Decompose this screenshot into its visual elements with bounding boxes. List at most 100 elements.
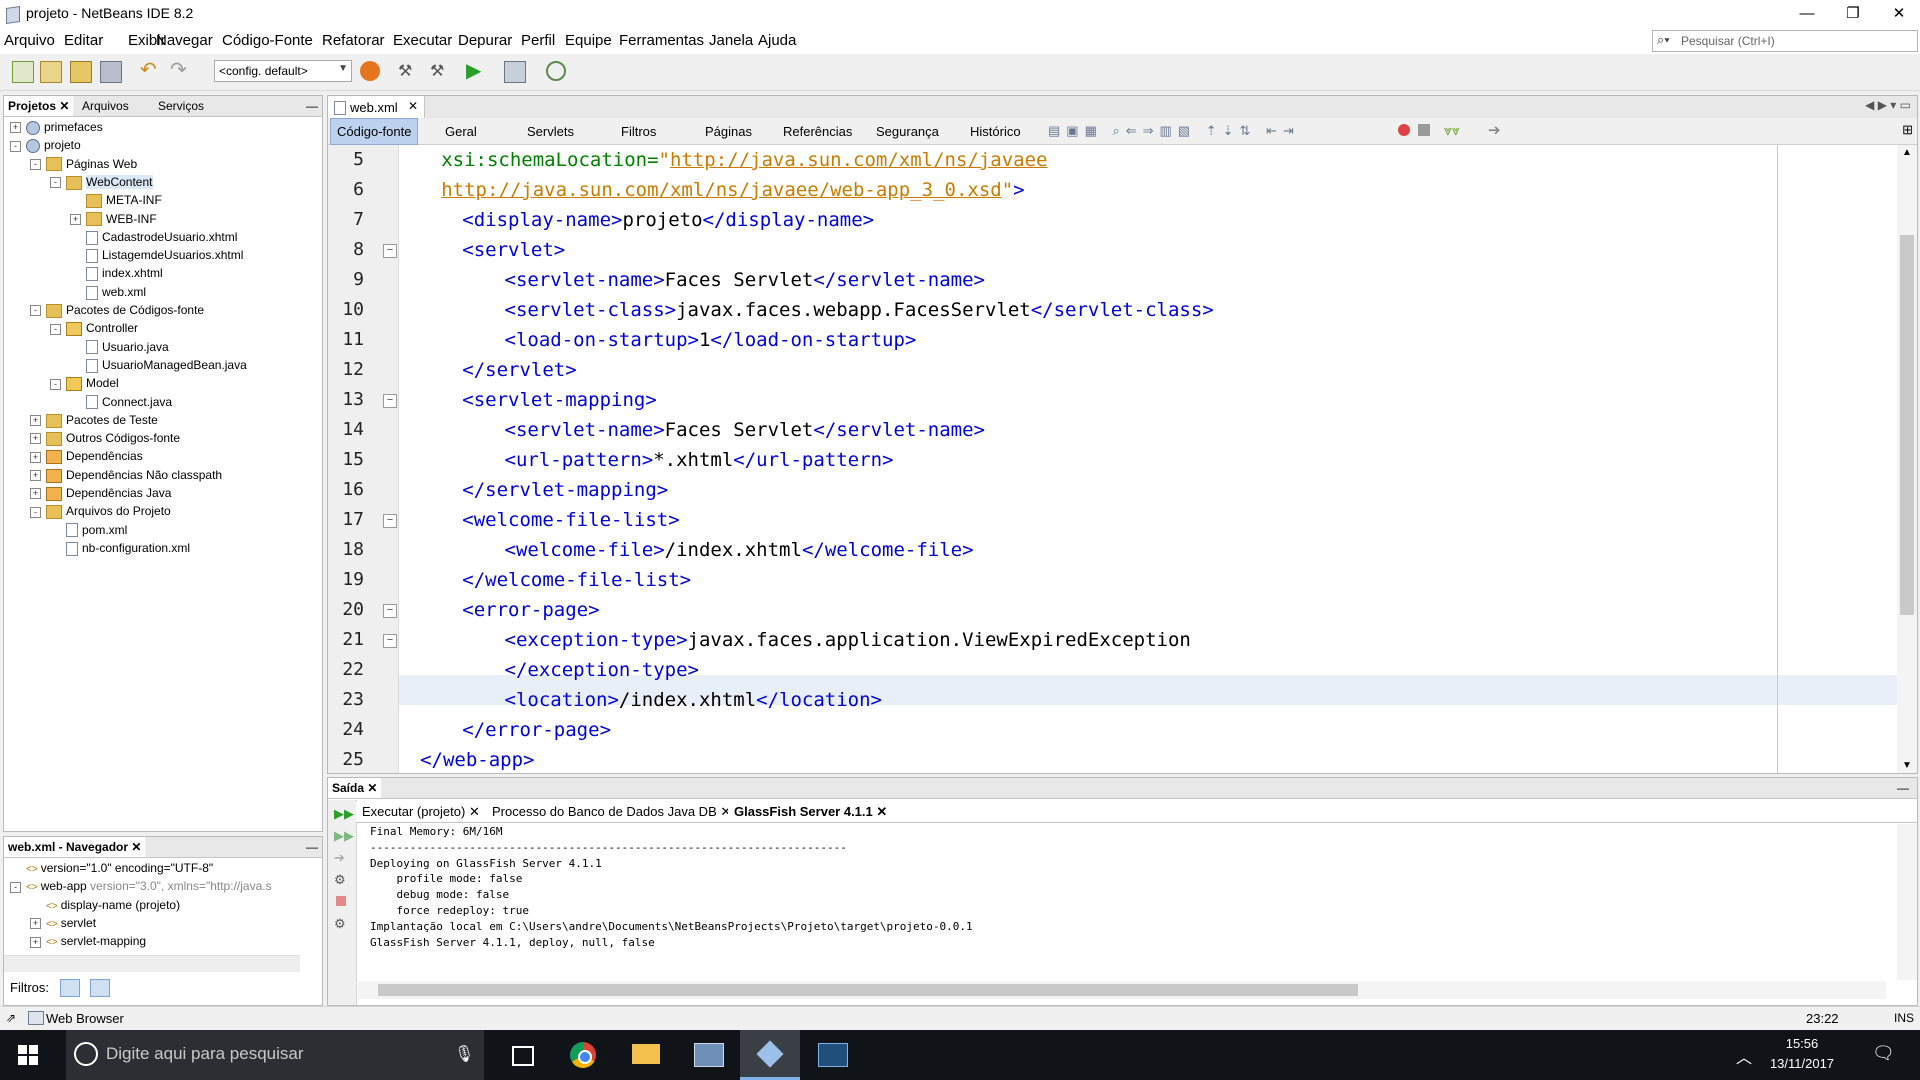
notifications-icon[interactable]: 🗨 bbox=[1872, 1043, 1895, 1064]
close-tab-icon[interactable]: ✕ bbox=[408, 99, 418, 113]
output-text[interactable]: Final Memory: 6M/16M --------------------… bbox=[370, 824, 973, 950]
editor-vscrollbar[interactable]: ▲ ▼ bbox=[1897, 145, 1917, 773]
collapse-icon[interactable]: - bbox=[50, 323, 61, 335]
tab-projetos[interactable]: Projetos ✕ bbox=[4, 96, 74, 116]
fold-collapse-icon[interactable]: − bbox=[383, 634, 397, 648]
netbeans-taskbar-icon[interactable] bbox=[740, 1030, 800, 1080]
collapse-icon[interactable]: - bbox=[30, 506, 41, 518]
collapse-icon[interactable]: - bbox=[50, 177, 61, 189]
configuration-select[interactable]: <config. default> ▼ bbox=[214, 60, 352, 82]
forward-icon[interactable]: ➔ bbox=[334, 850, 345, 866]
collapse-icon[interactable]: - bbox=[10, 140, 21, 152]
subtab-filtros[interactable]: Filtros bbox=[621, 124, 656, 139]
run-icon[interactable]: ▶ bbox=[466, 61, 486, 81]
menu-executar[interactable]: Executar bbox=[393, 32, 452, 49]
fold-collapse-icon[interactable]: − bbox=[383, 514, 397, 528]
subtab-geral[interactable]: Geral bbox=[445, 124, 477, 139]
record-macro-icon[interactable] bbox=[1398, 124, 1410, 136]
tree-item[interactable]: - projeto bbox=[10, 136, 81, 154]
browser-icon[interactable] bbox=[360, 61, 380, 81]
undo-icon[interactable]: ↶ bbox=[140, 60, 160, 81]
rerun-icon[interactable]: ▶▶ bbox=[334, 806, 354, 822]
open-project-icon[interactable] bbox=[70, 61, 92, 83]
chrome-icon[interactable] bbox=[554, 1030, 614, 1080]
profile-icon[interactable] bbox=[546, 61, 566, 81]
output-hscroll-thumb[interactable] bbox=[378, 984, 1358, 996]
tray-chevron-up-icon[interactable]: ︿ bbox=[1736, 1044, 1752, 1068]
tree-item[interactable]: - Páginas Web bbox=[30, 155, 137, 173]
close-window-button[interactable]: ✕ bbox=[1876, 0, 1920, 28]
scroll-up-icon[interactable]: ▲ bbox=[1902, 147, 1912, 158]
tree-item[interactable]: META-INF bbox=[70, 191, 162, 209]
tab-saida[interactable]: Saída ✕ bbox=[328, 778, 382, 798]
terminal-app-icon[interactable] bbox=[802, 1030, 862, 1080]
tree-item[interactable]: + Dependências Java bbox=[30, 484, 171, 502]
code-area[interactable]: xsi:schemaLocation="http://java.sun.com/… bbox=[399, 145, 1899, 773]
tree-item[interactable]: - Pacotes de Códigos-fonte bbox=[30, 301, 204, 319]
save-all-icon[interactable] bbox=[100, 61, 122, 83]
menu-navegar[interactable]: Navegar bbox=[156, 32, 213, 49]
filter-nonpublic-icon[interactable] bbox=[90, 979, 110, 997]
tree-item[interactable]: + Pacotes de Teste bbox=[30, 411, 158, 429]
tab-navigator[interactable]: web.xml - Navegador ✕ bbox=[4, 837, 146, 857]
menu-ajuda[interactable]: Ajuda bbox=[758, 32, 796, 49]
expand-icon[interactable]: + bbox=[70, 213, 81, 225]
tab-java-db[interactable]: Processo do Banco de Dados Java DB ✕ bbox=[486, 802, 737, 822]
new-file-icon[interactable] bbox=[12, 61, 34, 83]
clean-build-icon[interactable]: ⚒ bbox=[430, 61, 450, 81]
collapse-icon[interactable]: - bbox=[50, 378, 61, 390]
subtab-referencias[interactable]: Referências bbox=[783, 124, 852, 139]
tree-item[interactable]: nb-configuration.xml bbox=[50, 539, 190, 557]
gear-icon[interactable]: ⚙ bbox=[334, 916, 346, 932]
panel-restore-icon[interactable]: ⇗ bbox=[6, 1011, 16, 1025]
tree-item[interactable]: + WEB-INF bbox=[70, 210, 157, 228]
navigator-item[interactable]: + <> servlet bbox=[30, 914, 96, 932]
tree-item[interactable]: UsuarioManagedBean.java bbox=[70, 356, 247, 374]
output-vscrollbar[interactable] bbox=[1897, 824, 1917, 980]
navigator-item[interactable]: <> display-name (projeto) bbox=[30, 896, 180, 914]
minimize-panel-icon[interactable]: — bbox=[302, 96, 322, 116]
expand-icon[interactable]: + bbox=[30, 415, 41, 427]
restore-button[interactable]: ❐ bbox=[1830, 0, 1876, 28]
tab-glassfish[interactable]: GlassFish Server 4.1.1 ✕ bbox=[728, 802, 894, 822]
debug-icon[interactable] bbox=[504, 61, 526, 83]
stop-macro-icon[interactable] bbox=[1418, 124, 1430, 136]
menu-janela[interactable]: Janela bbox=[709, 32, 753, 49]
menu-ferramentas[interactable]: Ferramentas bbox=[619, 32, 704, 49]
expand-icon[interactable]: + bbox=[30, 488, 41, 500]
scroll-down-icon[interactable]: ▼ bbox=[1902, 760, 1912, 771]
stop-icon[interactable] bbox=[336, 896, 346, 906]
fold-collapse-icon[interactable]: − bbox=[383, 244, 397, 258]
navigator-item[interactable]: - <> web-app version="3.0", xmlns="http://… bbox=[10, 877, 272, 895]
collapse-icon[interactable]: - bbox=[30, 158, 41, 170]
file-explorer-icon[interactable] bbox=[616, 1030, 676, 1080]
tree-item[interactable]: ListagemdeUsuarios.xhtml bbox=[70, 246, 243, 264]
collapse-icon[interactable]: - bbox=[10, 881, 21, 893]
tree-item[interactable]: Usuario.java bbox=[70, 338, 169, 356]
subtab-seguranca[interactable]: Segurança bbox=[876, 124, 939, 139]
task-view-icon[interactable] bbox=[490, 1030, 550, 1080]
subtab-paginas[interactable]: Páginas bbox=[705, 124, 752, 139]
expand-icon[interactable]: + bbox=[30, 451, 41, 463]
tree-item[interactable]: pom.xml bbox=[50, 521, 127, 539]
navigator-hscrollbar[interactable] bbox=[4, 955, 300, 972]
menu-arquivo[interactable]: Arquivo bbox=[4, 32, 55, 49]
windows-start-icon[interactable] bbox=[18, 1045, 38, 1065]
tree-item[interactable]: + Dependências bbox=[30, 447, 143, 465]
navigator-item[interactable]: + <> servlet-mapping bbox=[30, 932, 146, 950]
tab-arquivos[interactable]: Arquivos bbox=[78, 96, 133, 116]
expand-icon[interactable]: + bbox=[30, 936, 41, 948]
microphone-icon[interactable]: 🎙 bbox=[454, 1044, 474, 1064]
arrow-right-icon[interactable]: ➔ bbox=[1488, 121, 1501, 139]
subtab-servlets[interactable]: Servlets bbox=[527, 124, 574, 139]
expand-icon[interactable]: + bbox=[30, 433, 41, 445]
minimize-output-icon[interactable]: — bbox=[1893, 778, 1913, 798]
minimize-button[interactable]: — bbox=[1784, 0, 1830, 28]
expand-icon[interactable]: + bbox=[30, 918, 41, 930]
tab-web-xml[interactable]: web.xml ✕ bbox=[328, 96, 425, 118]
tree-item[interactable]: + primefaces bbox=[10, 118, 103, 136]
output-hscrollbar[interactable] bbox=[358, 981, 1886, 999]
menu-equipe[interactable]: Equipe bbox=[565, 32, 612, 49]
output-settings-icon[interactable]: ⚙ bbox=[334, 872, 346, 888]
clock-time[interactable]: 15:56 bbox=[1764, 1036, 1840, 1051]
